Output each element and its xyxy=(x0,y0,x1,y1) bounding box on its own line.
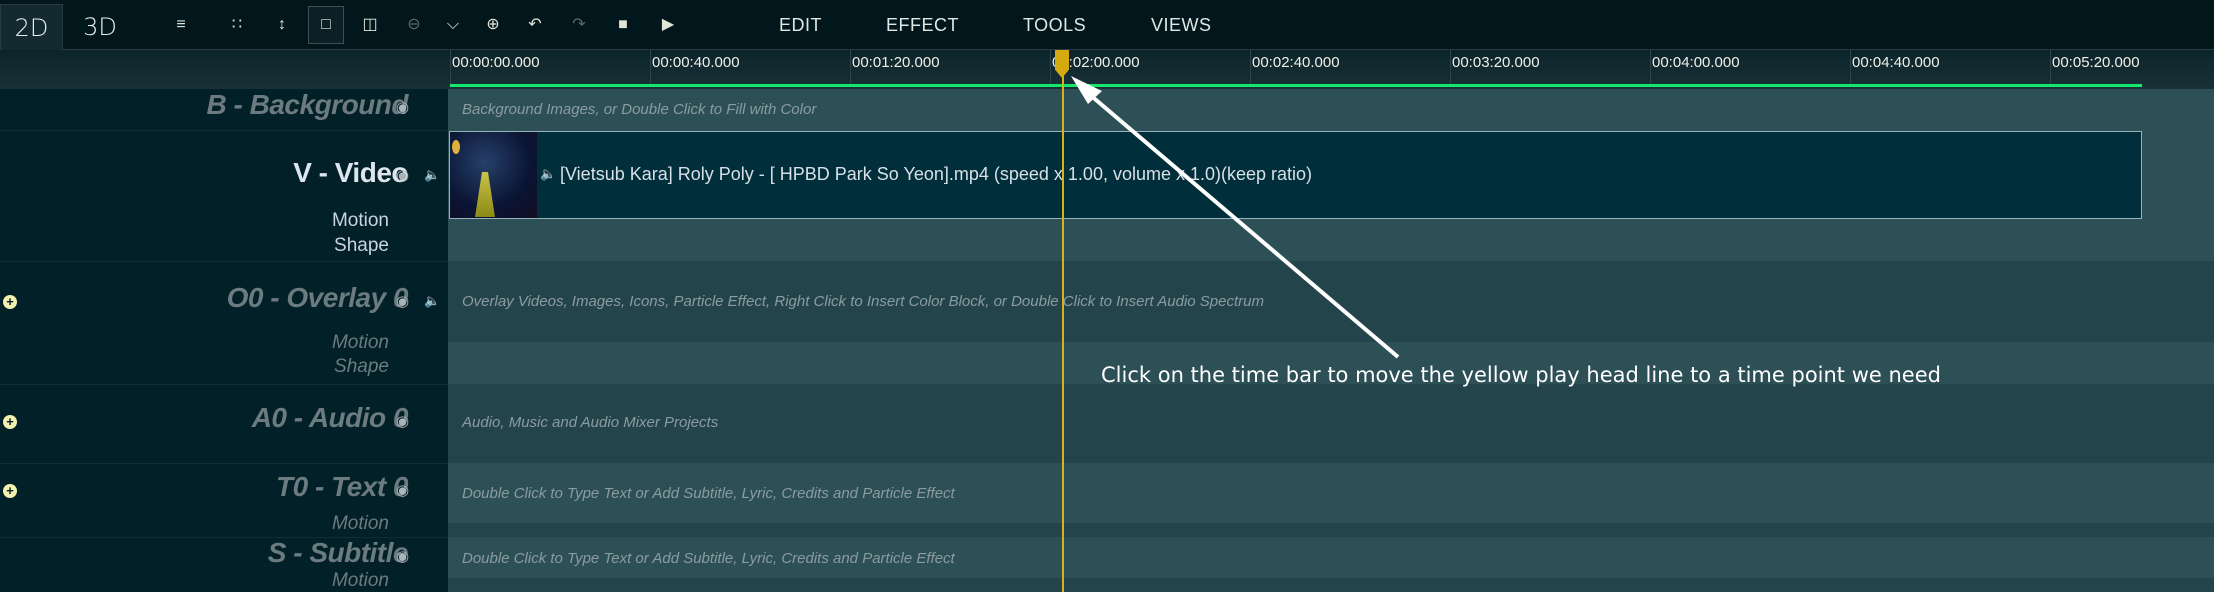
annotation-text: Click on the time bar to move the yellow… xyxy=(1101,363,1941,387)
annotation-arrow xyxy=(1071,76,1400,359)
